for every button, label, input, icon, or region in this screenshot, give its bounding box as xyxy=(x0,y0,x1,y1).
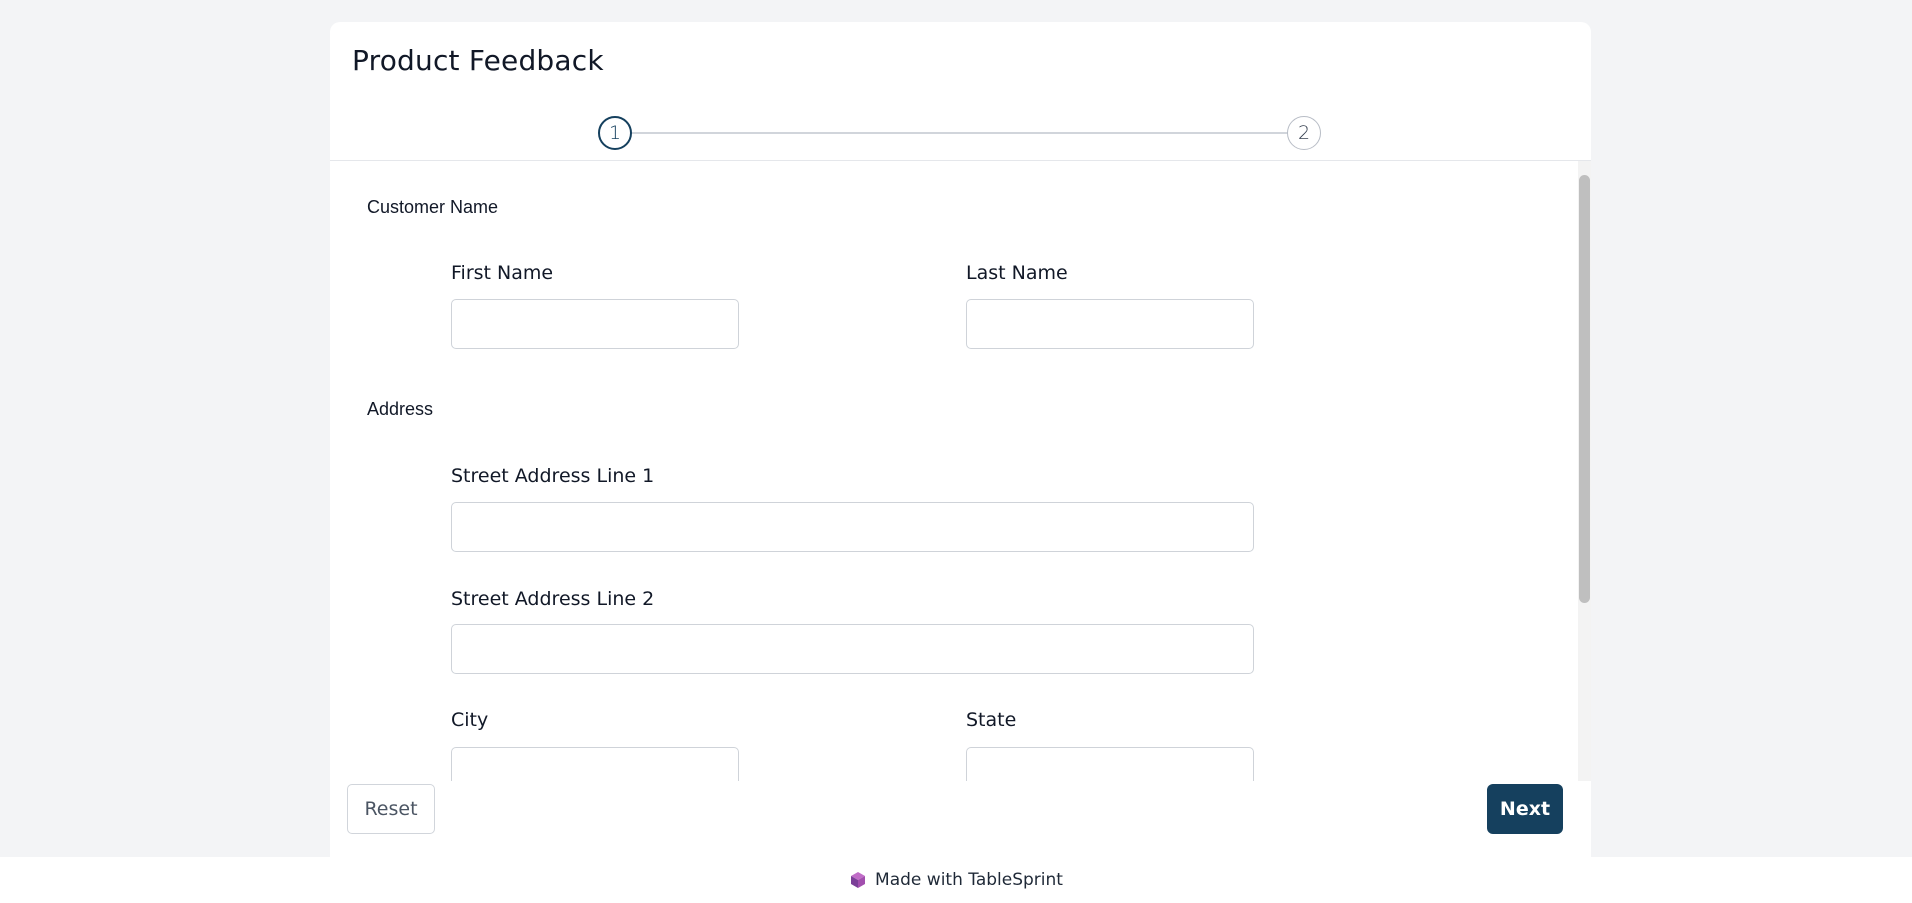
street-address-line-1-label: Street Address Line 1 xyxy=(451,465,655,487)
city-label: City xyxy=(451,709,489,731)
form-title: Product Feedback xyxy=(352,44,604,77)
street-address-line-2-label: Street Address Line 2 xyxy=(451,588,655,610)
form-scrollbar[interactable] xyxy=(1578,161,1591,781)
form-card: Product Feedback 1 2 Customer Name First… xyxy=(330,22,1591,857)
form-scrollbar-thumb[interactable] xyxy=(1579,175,1590,603)
last-name-label: Last Name xyxy=(966,262,1068,284)
footer-text[interactable]: Made with TableSprint xyxy=(875,870,1063,890)
stepper-connector xyxy=(630,132,1289,134)
footer: Made with TableSprint xyxy=(0,857,1912,903)
stepper: 1 2 xyxy=(598,116,1321,150)
street-address-line-2-input[interactable] xyxy=(451,624,1254,674)
step-1-indicator[interactable]: 1 xyxy=(598,116,632,150)
first-name-input[interactable] xyxy=(451,299,739,349)
city-input[interactable] xyxy=(451,747,739,781)
section-label-customer-name: Customer Name xyxy=(367,197,499,217)
section-label-address: Address xyxy=(367,399,434,419)
reset-button[interactable]: Reset xyxy=(347,784,435,834)
last-name-input[interactable] xyxy=(966,299,1254,349)
state-label: State xyxy=(966,709,1017,731)
next-button[interactable]: Next xyxy=(1487,784,1563,834)
first-name-label: First Name xyxy=(451,262,554,284)
state-input[interactable] xyxy=(966,747,1254,781)
form-body: Customer Name First Name Last Name Addre… xyxy=(330,161,1578,781)
step-2-indicator[interactable]: 2 xyxy=(1287,116,1321,150)
street-address-line-1-input[interactable] xyxy=(451,502,1254,552)
tablesprint-cube-icon xyxy=(849,871,867,889)
